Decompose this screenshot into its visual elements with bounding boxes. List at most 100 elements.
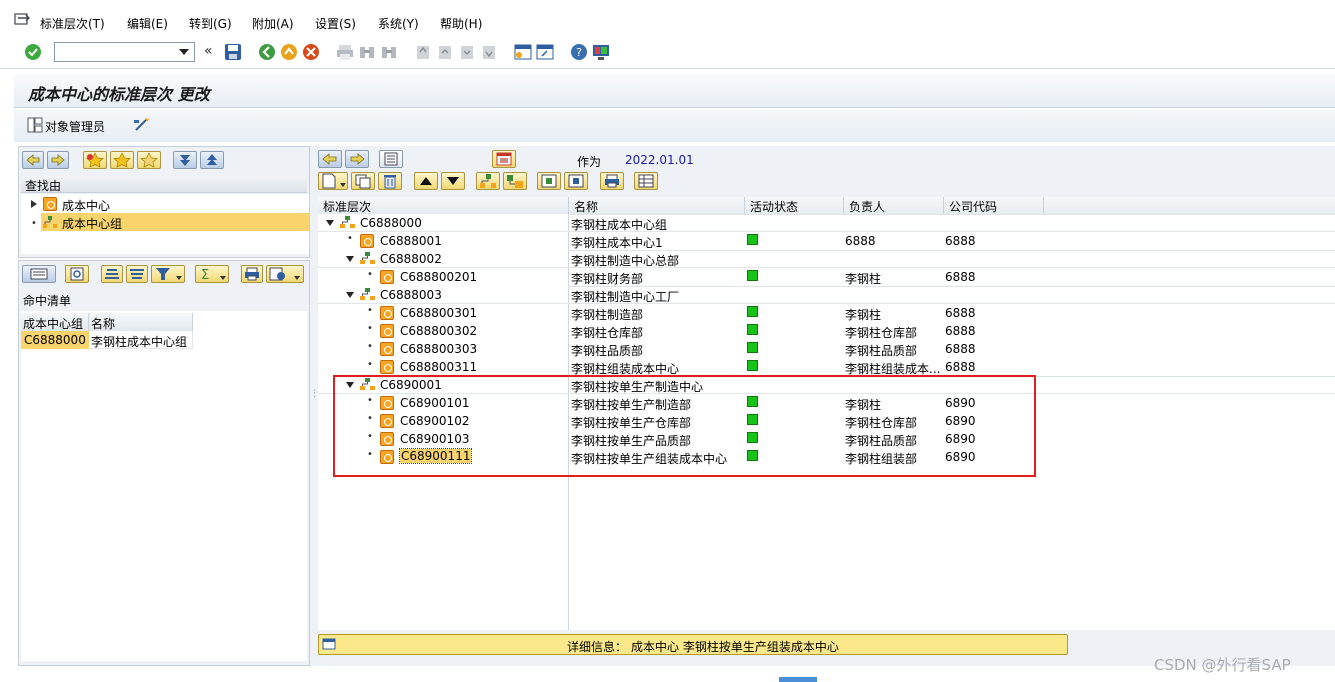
- print-list-button[interactable]: [241, 265, 263, 283]
- chevron-right-icon[interactable]: [31, 200, 37, 208]
- move-up-button[interactable]: [414, 172, 438, 190]
- enter-check-icon[interactable]: [24, 43, 42, 61]
- chevron-down-icon[interactable]: [326, 220, 334, 226]
- back-icon[interactable]: [258, 43, 276, 61]
- cost-center-row[interactable]: • C6888001 李钢柱成本中心1 6888 6888: [318, 232, 1335, 250]
- last-page-icon[interactable]: [480, 43, 498, 61]
- object-manager-icon: [27, 117, 43, 133]
- change-display-icon[interactable]: [132, 116, 152, 134]
- search-option-cost-center[interactable]: 成本中心: [21, 195, 309, 213]
- customize-layout-icon[interactable]: [592, 43, 610, 61]
- move-down-button[interactable]: [441, 172, 465, 190]
- node-id[interactable]: C6888003: [380, 288, 442, 302]
- collapse-toolbar-button[interactable]: «: [204, 43, 213, 59]
- nav-back-button[interactable]: [22, 151, 44, 169]
- chevron-down-icon[interactable]: [179, 49, 189, 56]
- insert-cost-center-button[interactable]: [503, 172, 527, 190]
- column-header-name[interactable]: 名称: [569, 197, 745, 214]
- node-name: 李钢柱仓库部: [571, 326, 644, 340]
- node-id[interactable]: C688800201: [400, 270, 477, 284]
- command-field[interactable]: [54, 42, 195, 62]
- menu-goto[interactable]: 转到(G): [189, 15, 232, 32]
- hit-column-header[interactable]: 名称: [89, 313, 193, 331]
- column-header-active-status[interactable]: 活动状态: [745, 197, 844, 214]
- first-page-icon[interactable]: [414, 43, 432, 61]
- change-date-button[interactable]: [492, 150, 516, 168]
- cost-center-row[interactable]: • C688800311 李钢柱组装成本中心 李钢柱组装成本... 6888: [318, 358, 1335, 376]
- menu-standard-hierarchy[interactable]: 标准层次(T): [40, 15, 105, 32]
- add-favorite-button[interactable]: [83, 151, 107, 169]
- column-header-hierarchy[interactable]: 标准层次: [318, 197, 569, 214]
- filter-icon: [156, 268, 182, 280]
- node-id[interactable]: C688800302: [400, 324, 477, 338]
- triangle-down-icon: [447, 177, 459, 185]
- cost-center-row[interactable]: • C688800303 李钢柱品质部 李钢柱品质部 6888: [318, 340, 1335, 358]
- sort-descending-icon: [130, 269, 144, 279]
- save-icon[interactable]: [224, 43, 242, 61]
- insert-group-button[interactable]: [476, 172, 500, 190]
- hierarchy-group-row[interactable]: C6888000 李钢柱成本中心组: [318, 214, 1335, 232]
- sort-descending-button[interactable]: [126, 265, 148, 283]
- nav-forward-button[interactable]: [47, 151, 69, 169]
- hit-row-name-cell[interactable]: 李钢柱成本中心组: [89, 331, 193, 349]
- expand-all-button[interactable]: [173, 151, 197, 169]
- next-page-icon[interactable]: [458, 43, 476, 61]
- chevron-down-icon[interactable]: [346, 256, 354, 262]
- node-id[interactable]: C688800303: [400, 342, 477, 356]
- collapse-subtree-button[interactable]: [564, 172, 588, 190]
- hierarchy-group-row[interactable]: C6888002 李钢柱制造中心总部: [318, 250, 1335, 268]
- hit-row-group-cell[interactable]: C6888000: [21, 331, 89, 349]
- detail-window-icon[interactable]: [322, 638, 336, 650]
- cost-center-row[interactable]: • C688800302 李钢柱仓库部 李钢柱仓库部 6888: [318, 322, 1335, 340]
- expand-subtree-button[interactable]: [537, 172, 561, 190]
- node-name: 李钢柱品质部: [571, 344, 644, 358]
- hierarchy-back-button[interactable]: [318, 150, 342, 168]
- menu-system[interactable]: 系统(Y): [378, 15, 419, 32]
- delete-button[interactable]: [378, 172, 402, 190]
- column-header-company-code[interactable]: 公司代码: [944, 197, 1044, 214]
- print-hierarchy-button[interactable]: [600, 172, 624, 190]
- menu-extras[interactable]: 附加(A): [252, 15, 294, 32]
- node-id[interactable]: C6888000: [360, 216, 422, 230]
- object-manager-button[interactable]: 对象管理员: [45, 118, 105, 135]
- menu-edit[interactable]: 编辑(E): [127, 15, 168, 32]
- remove-favorite-button[interactable]: [137, 151, 161, 169]
- node-id[interactable]: C688800301: [400, 306, 477, 320]
- menu-help[interactable]: 帮助(H): [440, 15, 482, 32]
- chevron-down-icon[interactable]: [346, 292, 354, 298]
- display-options-button[interactable]: [634, 172, 658, 190]
- find-next-icon[interactable]: [380, 43, 398, 61]
- hit-list-detail-button[interactable]: [65, 265, 89, 283]
- hit-row-group: C6888000: [24, 333, 86, 347]
- layout-button[interactable]: [266, 265, 304, 283]
- menu-settings[interactable]: 设置(S): [315, 15, 356, 32]
- filter-button[interactable]: [151, 265, 185, 283]
- exit-icon[interactable]: [280, 43, 298, 61]
- cost-center-row[interactable]: • C688800201 李钢柱财务部 李钢柱 6888: [318, 268, 1335, 286]
- new-session-icon[interactable]: [514, 43, 532, 61]
- sort-ascending-button[interactable]: [101, 265, 123, 283]
- hierarchy-group-row[interactable]: C6888003 李钢柱制造中心工厂: [318, 286, 1335, 304]
- favorites-button[interactable]: [110, 151, 134, 169]
- find-icon[interactable]: [358, 43, 376, 61]
- node-id[interactable]: C6888002: [380, 252, 442, 266]
- create-button[interactable]: [318, 172, 348, 190]
- search-option-cost-center-group[interactable]: 成本中心组: [41, 213, 309, 231]
- node-id[interactable]: C688800311: [400, 360, 477, 374]
- menu-icon[interactable]: [14, 12, 30, 26]
- column-header-owner[interactable]: 负责人: [844, 197, 944, 214]
- help-icon[interactable]: ?: [570, 43, 588, 61]
- copy-button[interactable]: [351, 172, 375, 190]
- hierarchy-forward-button[interactable]: [345, 150, 369, 168]
- node-id[interactable]: C6888001: [380, 234, 442, 248]
- print-icon[interactable]: [336, 43, 354, 61]
- total-button[interactable]: Σ: [195, 265, 229, 283]
- previous-page-icon[interactable]: [436, 43, 454, 61]
- overview-button[interactable]: [379, 150, 403, 168]
- cancel-icon[interactable]: [302, 43, 320, 61]
- hit-list-display-button[interactable]: [22, 265, 56, 283]
- shortcut-icon[interactable]: [536, 43, 554, 61]
- collapse-all-button[interactable]: [200, 151, 224, 169]
- cost-center-row[interactable]: • C688800301 李钢柱制造部 李钢柱 6888: [318, 304, 1335, 322]
- hit-column-header[interactable]: 成本中心组: [21, 313, 89, 331]
